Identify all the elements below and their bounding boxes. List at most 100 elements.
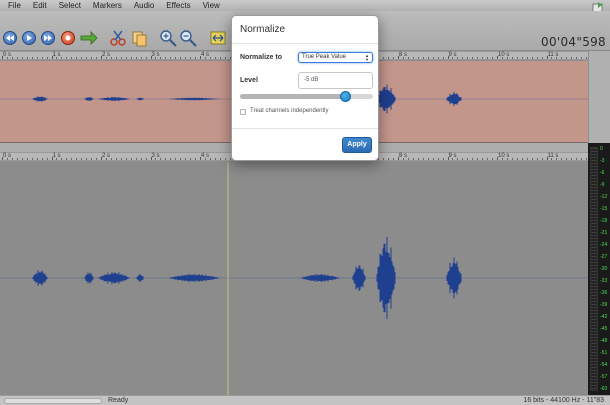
ruler-tick <box>497 157 498 160</box>
ruler-minor-tick <box>190 57 192 59</box>
waveform-segment <box>32 270 48 286</box>
ruler-minor-tick <box>581 57 583 59</box>
ruler-minor-tick <box>556 158 558 160</box>
ruler-minor-tick <box>71 158 73 160</box>
play-button[interactable] <box>22 31 36 45</box>
vu-meter-label: -6 <box>600 170 605 176</box>
ruler-tick <box>398 157 399 160</box>
ruler-minor-tick <box>145 158 147 160</box>
ruler-tick <box>200 157 201 160</box>
ruler-minor-tick <box>41 158 43 160</box>
ruler-tick <box>200 56 201 59</box>
ruler-minor-tick <box>576 158 578 160</box>
ruler-minor-tick <box>140 158 142 160</box>
ruler-minor-tick <box>472 57 474 59</box>
ruler-minor-tick <box>437 57 439 59</box>
ruler-minor-tick <box>516 57 518 59</box>
vu-meter-label: -39 <box>600 302 608 308</box>
vu-meter-label: -15 <box>600 206 608 212</box>
level-slider[interactable] <box>240 91 373 102</box>
ruler-minor-tick <box>506 158 508 160</box>
ruler-minor-tick <box>452 57 454 59</box>
apply-button[interactable]: Apply <box>342 137 372 153</box>
cut-icon[interactable] <box>109 29 127 47</box>
zoom-in-icon[interactable] <box>159 29 177 47</box>
ruler-minor-tick <box>457 57 459 59</box>
vu-meter-label: -57 <box>600 374 608 380</box>
copy-icon[interactable] <box>130 29 148 47</box>
waveform-segment <box>376 236 396 320</box>
ruler-minor-tick <box>204 158 206 160</box>
zoom-fit-icon[interactable] <box>209 29 227 47</box>
menu-audio[interactable]: Audio <box>128 0 160 11</box>
menu-file[interactable]: File <box>0 0 27 11</box>
level-slider-thumb[interactable] <box>340 91 352 102</box>
main-waveform[interactable] <box>0 162 588 395</box>
menu-view[interactable]: View <box>197 0 226 11</box>
arrow-right-icon[interactable] <box>80 29 98 47</box>
treat-channels-checkbox[interactable] <box>240 109 246 115</box>
ruler-minor-tick <box>86 57 88 59</box>
ruler-minor-tick <box>452 158 454 160</box>
ruler-minor-tick <box>551 158 553 160</box>
ruler-minor-tick <box>407 158 409 160</box>
level-label: Level <box>240 77 258 84</box>
select-arrows-icon: ▲ ▼ <box>365 53 369 62</box>
ruler-minor-tick <box>6 57 8 59</box>
menu-edit[interactable]: Edit <box>27 0 53 11</box>
ruler-minor-tick <box>536 57 538 59</box>
waveform-segment <box>84 272 94 284</box>
ruler-minor-tick <box>76 158 78 160</box>
menu-markers[interactable]: Markers <box>87 0 128 11</box>
ruler-minor-tick <box>71 57 73 59</box>
waveform-segment <box>352 264 366 292</box>
ruler-minor-tick <box>170 158 172 160</box>
ruler-minor-tick <box>383 57 385 59</box>
normalize-dialog: Normalize Normalize to True Peak Value ▲… <box>231 15 379 161</box>
ruler-minor-tick <box>457 158 459 160</box>
ruler-tick <box>546 157 548 160</box>
ruler-minor-tick <box>482 57 484 59</box>
ruler-minor-tick <box>135 158 137 160</box>
ruler-tick <box>447 56 449 59</box>
ruler-minor-tick <box>56 158 58 160</box>
menu-effects[interactable]: Effects <box>160 0 196 11</box>
ruler-minor-tick <box>115 158 117 160</box>
ruler-minor-tick <box>46 57 48 59</box>
waveform-segment <box>376 84 396 114</box>
progress-bar <box>4 398 102 404</box>
ruler-tick <box>150 56 152 59</box>
fast-forward-button[interactable] <box>41 31 55 45</box>
ruler-tick <box>51 56 53 59</box>
record-button[interactable] <box>61 31 75 45</box>
ruler-minor-tick <box>26 158 28 160</box>
ruler-minor-tick <box>511 158 513 160</box>
ruler-minor-tick <box>442 158 444 160</box>
ruler-minor-tick <box>462 57 464 59</box>
ruler-minor-tick <box>125 57 127 59</box>
rewind-button[interactable] <box>3 31 17 45</box>
level-input[interactable]: -5 dB <box>298 72 373 89</box>
normalize-to-select[interactable]: True Peak Value ▲ ▼ <box>298 52 373 63</box>
vu-meter-label: -9 <box>600 182 605 188</box>
ruler-minor-tick <box>91 57 93 59</box>
ruler-minor-tick <box>467 57 469 59</box>
ruler-minor-tick <box>140 57 142 59</box>
normalize-to-value: True Peak Value <box>302 54 347 60</box>
menu-select[interactable]: Select <box>53 0 87 11</box>
level-slider-fill <box>240 94 346 99</box>
vu-meter-label: 0 <box>600 146 603 152</box>
ruler-minor-tick <box>477 57 479 59</box>
normalize-to-label: Normalize to <box>240 54 283 61</box>
ruler-minor-tick <box>155 57 157 59</box>
ruler-minor-tick <box>412 158 414 160</box>
ruler-minor-tick <box>120 57 122 59</box>
ruler-minor-tick <box>427 158 429 160</box>
ruler-minor-tick <box>521 57 523 59</box>
ruler-minor-tick <box>432 158 434 160</box>
waveform-segment <box>300 274 340 282</box>
ruler-minor-tick <box>561 158 563 160</box>
ruler-minor-tick <box>214 158 216 160</box>
waveform-segment <box>84 97 94 101</box>
zoom-out-icon[interactable] <box>179 29 197 47</box>
